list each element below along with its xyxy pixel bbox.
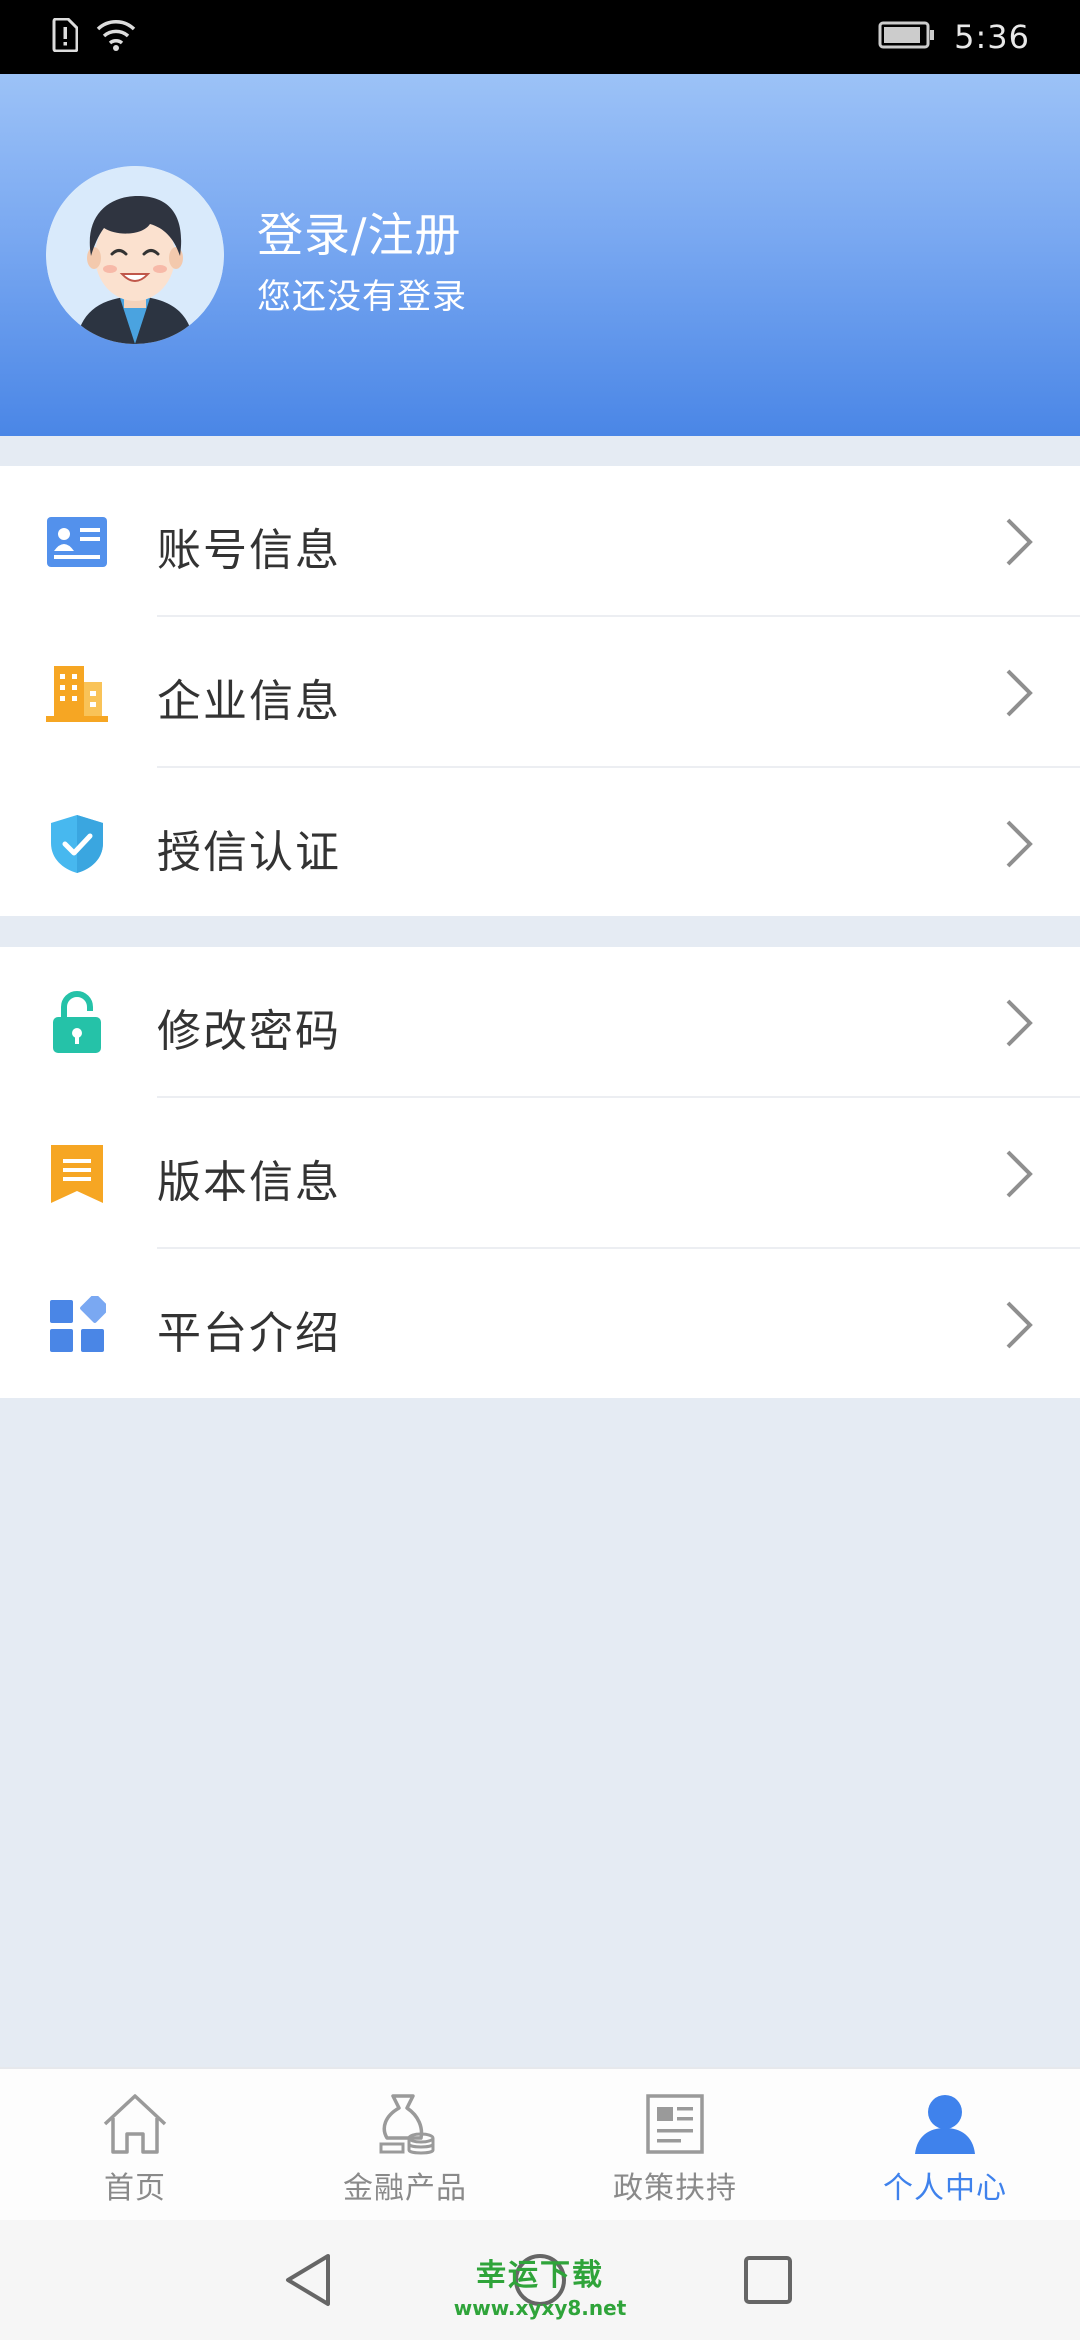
menu-item-account-info[interactable]: 账号信息 — [0, 466, 1080, 617]
bottom-tab-bar: 首页 金融产品 政策扶持 个人中心 — [0, 2067, 1080, 2220]
profile-header[interactable]: 登录/注册 您还没有登录 — [0, 74, 1080, 436]
tab-label: 首页 — [104, 2171, 166, 2206]
tab-personal-center[interactable]: 个人中心 — [810, 2069, 1080, 2220]
person-icon — [907, 2091, 983, 2157]
chevron-right-icon — [1006, 518, 1033, 566]
chevron-right-icon — [1006, 669, 1033, 717]
menu-item-label: 平台介绍 — [157, 1308, 341, 1359]
building-icon — [46, 662, 108, 724]
menu-item-label: 版本信息 — [157, 1157, 341, 1208]
menu-item-label: 账号信息 — [157, 525, 341, 576]
tab-label: 政策扶持 — [613, 2171, 737, 2206]
watermark: 幸运下载 www.xyxy8.net — [430, 2250, 650, 2320]
status-right: 5:36 — [878, 18, 1030, 56]
status-left — [52, 17, 136, 56]
id-card-icon — [46, 511, 108, 573]
chevron-right-icon — [1006, 999, 1033, 1047]
document-icon — [637, 2091, 713, 2157]
battery-icon — [878, 20, 936, 54]
lock-icon — [46, 991, 108, 1054]
avatar-icon[interactable] — [46, 166, 224, 344]
money-bag-icon — [367, 2091, 443, 2157]
menu-item-label: 修改密码 — [157, 1006, 341, 1057]
menu-item-credit-auth[interactable]: 授信认证 — [0, 768, 1080, 919]
tab-policy-support[interactable]: 政策扶持 — [540, 2069, 810, 2220]
menu-item-label: 授信认证 — [157, 827, 341, 878]
tab-label: 金融产品 — [343, 2171, 467, 2206]
login-register-link[interactable]: 登录/注册 — [257, 199, 462, 265]
bookmark-icon — [46, 1143, 108, 1205]
tab-label: 个人中心 — [883, 2171, 1007, 2206]
login-status-text: 您还没有登录 — [257, 277, 467, 317]
shield-check-icon — [46, 813, 108, 875]
status-bar: 5:36 — [0, 0, 1080, 74]
system-nav-bar: 幸运下载 www.xyxy8.net — [0, 2220, 1080, 2340]
back-icon[interactable] — [278, 2250, 338, 2310]
grid-icon — [46, 1294, 108, 1356]
menu-item-label: 企业信息 — [157, 676, 341, 727]
recent-apps-icon[interactable] — [738, 2250, 798, 2310]
chevron-right-icon — [1006, 1150, 1033, 1198]
menu-group-settings: 修改密码 版本信息 平台介绍 — [0, 947, 1080, 1398]
tab-financial-products[interactable]: 金融产品 — [270, 2069, 540, 2220]
menu-item-company-info[interactable]: 企业信息 — [0, 617, 1080, 768]
watermark-title: 幸运下载 — [476, 2258, 604, 2293]
menu-item-change-password[interactable]: 修改密码 — [0, 947, 1080, 1098]
watermark-url: www.xyxy8.net — [453, 2296, 627, 2320]
menu-group-account: 账号信息 企业信息 授信认证 — [0, 466, 1080, 916]
chevron-right-icon — [1006, 820, 1033, 868]
home-icon — [97, 2091, 173, 2157]
sim-alert-icon — [52, 17, 79, 56]
screen: 5:36 登录/注册 您还没有登录 账号信息 企业信息 授信认证 修改密码 版本… — [0, 0, 1080, 2340]
menu-item-platform-intro[interactable]: 平台介绍 — [0, 1249, 1080, 1400]
chevron-right-icon — [1006, 1301, 1033, 1349]
tab-home[interactable]: 首页 — [0, 2069, 270, 2220]
wifi-icon — [96, 19, 136, 55]
status-time: 5:36 — [954, 18, 1030, 56]
menu-item-version-info[interactable]: 版本信息 — [0, 1098, 1080, 1249]
